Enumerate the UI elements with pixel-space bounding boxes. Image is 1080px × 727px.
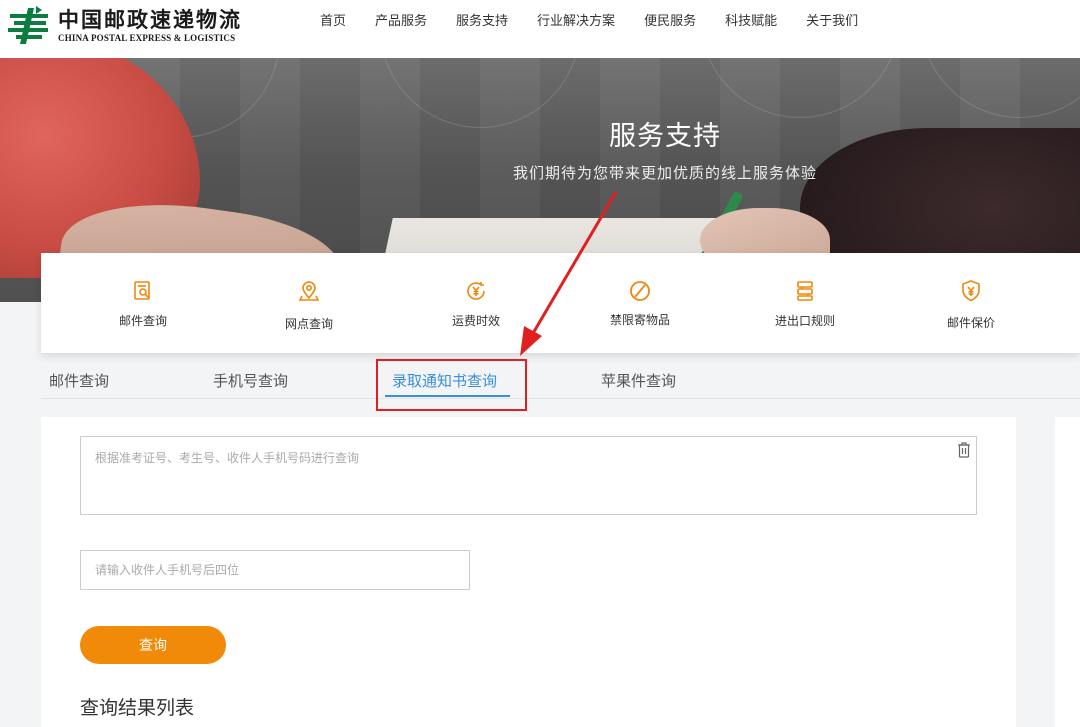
- phone-last4-container: [80, 550, 470, 590]
- service-label: 进出口规则: [774, 314, 835, 328]
- service-label: 运费时效: [451, 314, 500, 328]
- nav-convenience-services[interactable]: 便民服务: [644, 13, 696, 31]
- service-label: 网点查询: [284, 317, 333, 331]
- tab-mail-query[interactable]: 邮件查询: [49, 370, 109, 391]
- service-shortcuts: 邮件查询 网点查询 运费时效 禁限寄物品 进出口规则 邮件保价: [41, 253, 1080, 353]
- banner-title: 服务支持: [609, 121, 721, 152]
- tab-apple-parcel-query[interactable]: 苹果件查询: [601, 370, 676, 391]
- banner-subtitle: 我们期待为您带来更加优质的线上服务体验: [512, 164, 817, 182]
- yuan-clock-icon: [464, 279, 488, 303]
- nav-products[interactable]: 产品服务: [375, 13, 427, 31]
- nav-industry-solutions[interactable]: 行业解决方案: [537, 13, 615, 31]
- logo-chinese-name: 中国邮政速递物流: [58, 6, 242, 32]
- main-nav: 首页 产品服务 服务支持 行业解决方案 便民服务 科技赋能 关于我们: [306, 13, 887, 31]
- nav-about-us[interactable]: 关于我们: [806, 13, 858, 31]
- customs-rules-icon: [793, 279, 817, 303]
- service-outlet-query[interactable]: 网点查询: [249, 253, 369, 353]
- query-textarea[interactable]: [81, 437, 976, 514]
- trash-icon[interactable]: [956, 441, 972, 459]
- service-label: 邮件保价: [946, 316, 995, 330]
- tab-phone-query[interactable]: 手机号查询: [213, 370, 288, 391]
- service-mail-query[interactable]: 邮件查询: [83, 253, 203, 353]
- mail-search-icon: [131, 279, 155, 303]
- nav-home[interactable]: 首页: [320, 13, 346, 31]
- side-panel: [1055, 417, 1080, 727]
- logo-english-name: CHINA POSTAL EXPRESS & LOGISTICS: [58, 32, 236, 43]
- service-freight-time[interactable]: 运费时效: [416, 253, 536, 353]
- service-import-export-rules[interactable]: 进出口规则: [745, 253, 865, 353]
- location-pin-icon: [297, 279, 321, 303]
- service-prohibited-items[interactable]: 禁限寄物品: [580, 253, 700, 353]
- service-label: 邮件查询: [118, 314, 167, 328]
- phone-last4-input[interactable]: [81, 551, 469, 589]
- china-post-logo-icon: [6, 4, 52, 46]
- annotation-highlight-box: [376, 359, 527, 411]
- site-header: 中国邮政速递物流 CHINA POSTAL EXPRESS & LOGISTIC…: [0, 0, 1080, 58]
- query-button[interactable]: 查询: [80, 626, 226, 664]
- site-logo[interactable]: 中国邮政速递物流 CHINA POSTAL EXPRESS & LOGISTIC…: [6, 4, 242, 46]
- query-textarea-container: [80, 436, 977, 515]
- service-label: 禁限寄物品: [609, 313, 670, 327]
- nav-service-support[interactable]: 服务支持: [456, 13, 508, 31]
- nav-technology[interactable]: 科技赋能: [725, 13, 777, 31]
- query-tabs: 邮件查询 手机号查询 录取通知书查询 苹果件查询: [41, 358, 1080, 399]
- prohibited-icon: [628, 279, 652, 303]
- service-mail-insurance[interactable]: 邮件保价: [911, 253, 1031, 353]
- results-list-title: 查询结果列表: [80, 697, 195, 719]
- yuan-shield-icon: [959, 279, 983, 303]
